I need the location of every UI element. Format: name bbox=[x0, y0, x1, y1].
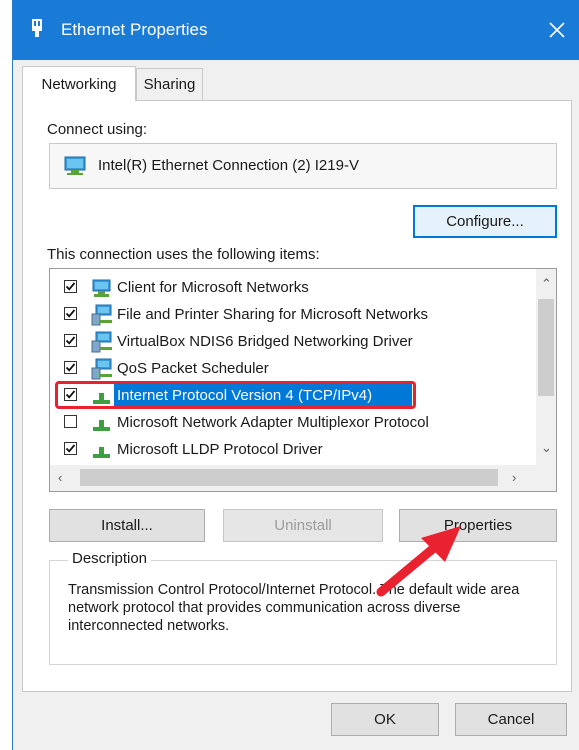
network-service-icon bbox=[91, 358, 112, 380]
list-item-label: File and Printer Sharing for Microsoft N… bbox=[117, 306, 428, 323]
item-checkbox[interactable] bbox=[64, 388, 77, 401]
items-label: This connection uses the following items… bbox=[47, 246, 320, 263]
configure-button-label: Configure... bbox=[446, 213, 524, 230]
ok-button-label: OK bbox=[374, 711, 396, 728]
list-item-label: Microsoft LLDP Protocol Driver bbox=[117, 441, 323, 458]
scroll-down-icon[interactable]: ⌄ bbox=[541, 441, 552, 454]
scroll-left-icon[interactable]: ‹ bbox=[58, 471, 62, 484]
list-item[interactable]: File and Printer Sharing for Microsoft N… bbox=[50, 302, 520, 328]
ethernet-window-icon bbox=[32, 19, 42, 37]
scroll-right-icon[interactable]: › bbox=[512, 471, 516, 484]
network-adapter-icon bbox=[64, 156, 86, 175]
close-button[interactable] bbox=[534, 0, 579, 60]
cancel-button-label: Cancel bbox=[487, 711, 535, 728]
checkmark-icon bbox=[65, 309, 76, 318]
checkmark-icon bbox=[65, 282, 76, 291]
window-title: Ethernet Properties bbox=[61, 20, 208, 39]
list-item[interactable]: QoS Packet Scheduler bbox=[50, 356, 520, 382]
connect-using-label: Connect using: bbox=[47, 121, 148, 138]
list-item[interactable]: VirtualBox NDIS6 Bridged Networking Driv… bbox=[50, 329, 520, 355]
list-item[interactable]: Client for Microsoft Networks bbox=[50, 275, 520, 301]
item-checkbox[interactable] bbox=[64, 307, 77, 320]
network-client-icon bbox=[92, 279, 111, 297]
uninstall-button[interactable]: Uninstall bbox=[223, 509, 383, 542]
protocol-icon bbox=[93, 447, 110, 458]
cancel-button[interactable]: Cancel bbox=[455, 703, 567, 736]
scroll-up-icon[interactable]: ⌃ bbox=[541, 277, 552, 290]
horizontal-scroll-thumb[interactable] bbox=[80, 469, 498, 486]
list-item-label: VirtualBox NDIS6 Bridged Networking Driv… bbox=[117, 333, 413, 350]
item-checkbox[interactable] bbox=[64, 442, 77, 455]
item-checkbox[interactable] bbox=[64, 415, 77, 428]
item-checkbox[interactable] bbox=[64, 334, 77, 347]
protocol-icon bbox=[93, 393, 110, 404]
tab-networking[interactable]: Networking bbox=[22, 66, 136, 101]
tab-networking-label: Networking bbox=[41, 75, 117, 93]
list-item-label: Internet Protocol Version 4 (TCP/IPv4) bbox=[117, 387, 373, 404]
checkmark-icon bbox=[65, 390, 76, 399]
list-item-label: Client for Microsoft Networks bbox=[117, 279, 309, 296]
title-bar[interactable]: Ethernet Properties bbox=[13, 0, 579, 60]
protocol-icon bbox=[93, 420, 110, 431]
uninstall-button-label: Uninstall bbox=[274, 517, 332, 534]
checkmark-icon bbox=[65, 444, 76, 453]
item-checkbox[interactable] bbox=[64, 361, 77, 374]
install-button-label: Install... bbox=[101, 517, 153, 534]
list-item-label: Microsoft Network Adapter Multiplexor Pr… bbox=[117, 414, 429, 431]
ok-button[interactable]: OK bbox=[331, 703, 439, 736]
network-service-icon bbox=[91, 331, 112, 353]
tab-sharing-label: Sharing bbox=[143, 76, 196, 93]
checkmark-icon bbox=[65, 363, 76, 372]
list-item[interactable]: Microsoft LLDP Protocol Driver bbox=[50, 437, 520, 463]
tab-sharing[interactable]: Sharing bbox=[136, 68, 203, 100]
list-item-label: QoS Packet Scheduler bbox=[117, 360, 269, 377]
list-item[interactable]: Microsoft Network Adapter Multiplexor Pr… bbox=[50, 410, 520, 436]
close-icon bbox=[549, 22, 565, 38]
item-checkbox[interactable] bbox=[64, 280, 77, 293]
configure-button[interactable]: Configure... bbox=[413, 205, 557, 238]
description-group: Description Transmission Control Protoco… bbox=[49, 550, 557, 665]
network-service-icon bbox=[91, 304, 112, 326]
description-legend: Description bbox=[68, 550, 152, 567]
horizontal-scrollbar[interactable]: ‹ › bbox=[50, 465, 556, 491]
adapter-box: Intel(R) Ethernet Connection (2) I219-V bbox=[49, 143, 557, 189]
items-listbox[interactable]: Client for Microsoft Networks File and Pr… bbox=[49, 268, 557, 492]
ethernet-properties-window: Ethernet Properties Networking Sharing C… bbox=[12, 0, 579, 750]
adapter-name: Intel(R) Ethernet Connection (2) I219-V bbox=[98, 157, 359, 174]
vertical-scrollbar[interactable]: ⌃ ⌄ bbox=[536, 269, 556, 465]
vertical-scroll-thumb[interactable] bbox=[538, 299, 554, 396]
checkmark-icon bbox=[65, 336, 76, 345]
install-button[interactable]: Install... bbox=[49, 509, 205, 542]
list-item[interactable]: Internet Protocol Version 4 (TCP/IPv4) bbox=[50, 381, 520, 409]
annotation-arrow-icon bbox=[376, 526, 461, 597]
